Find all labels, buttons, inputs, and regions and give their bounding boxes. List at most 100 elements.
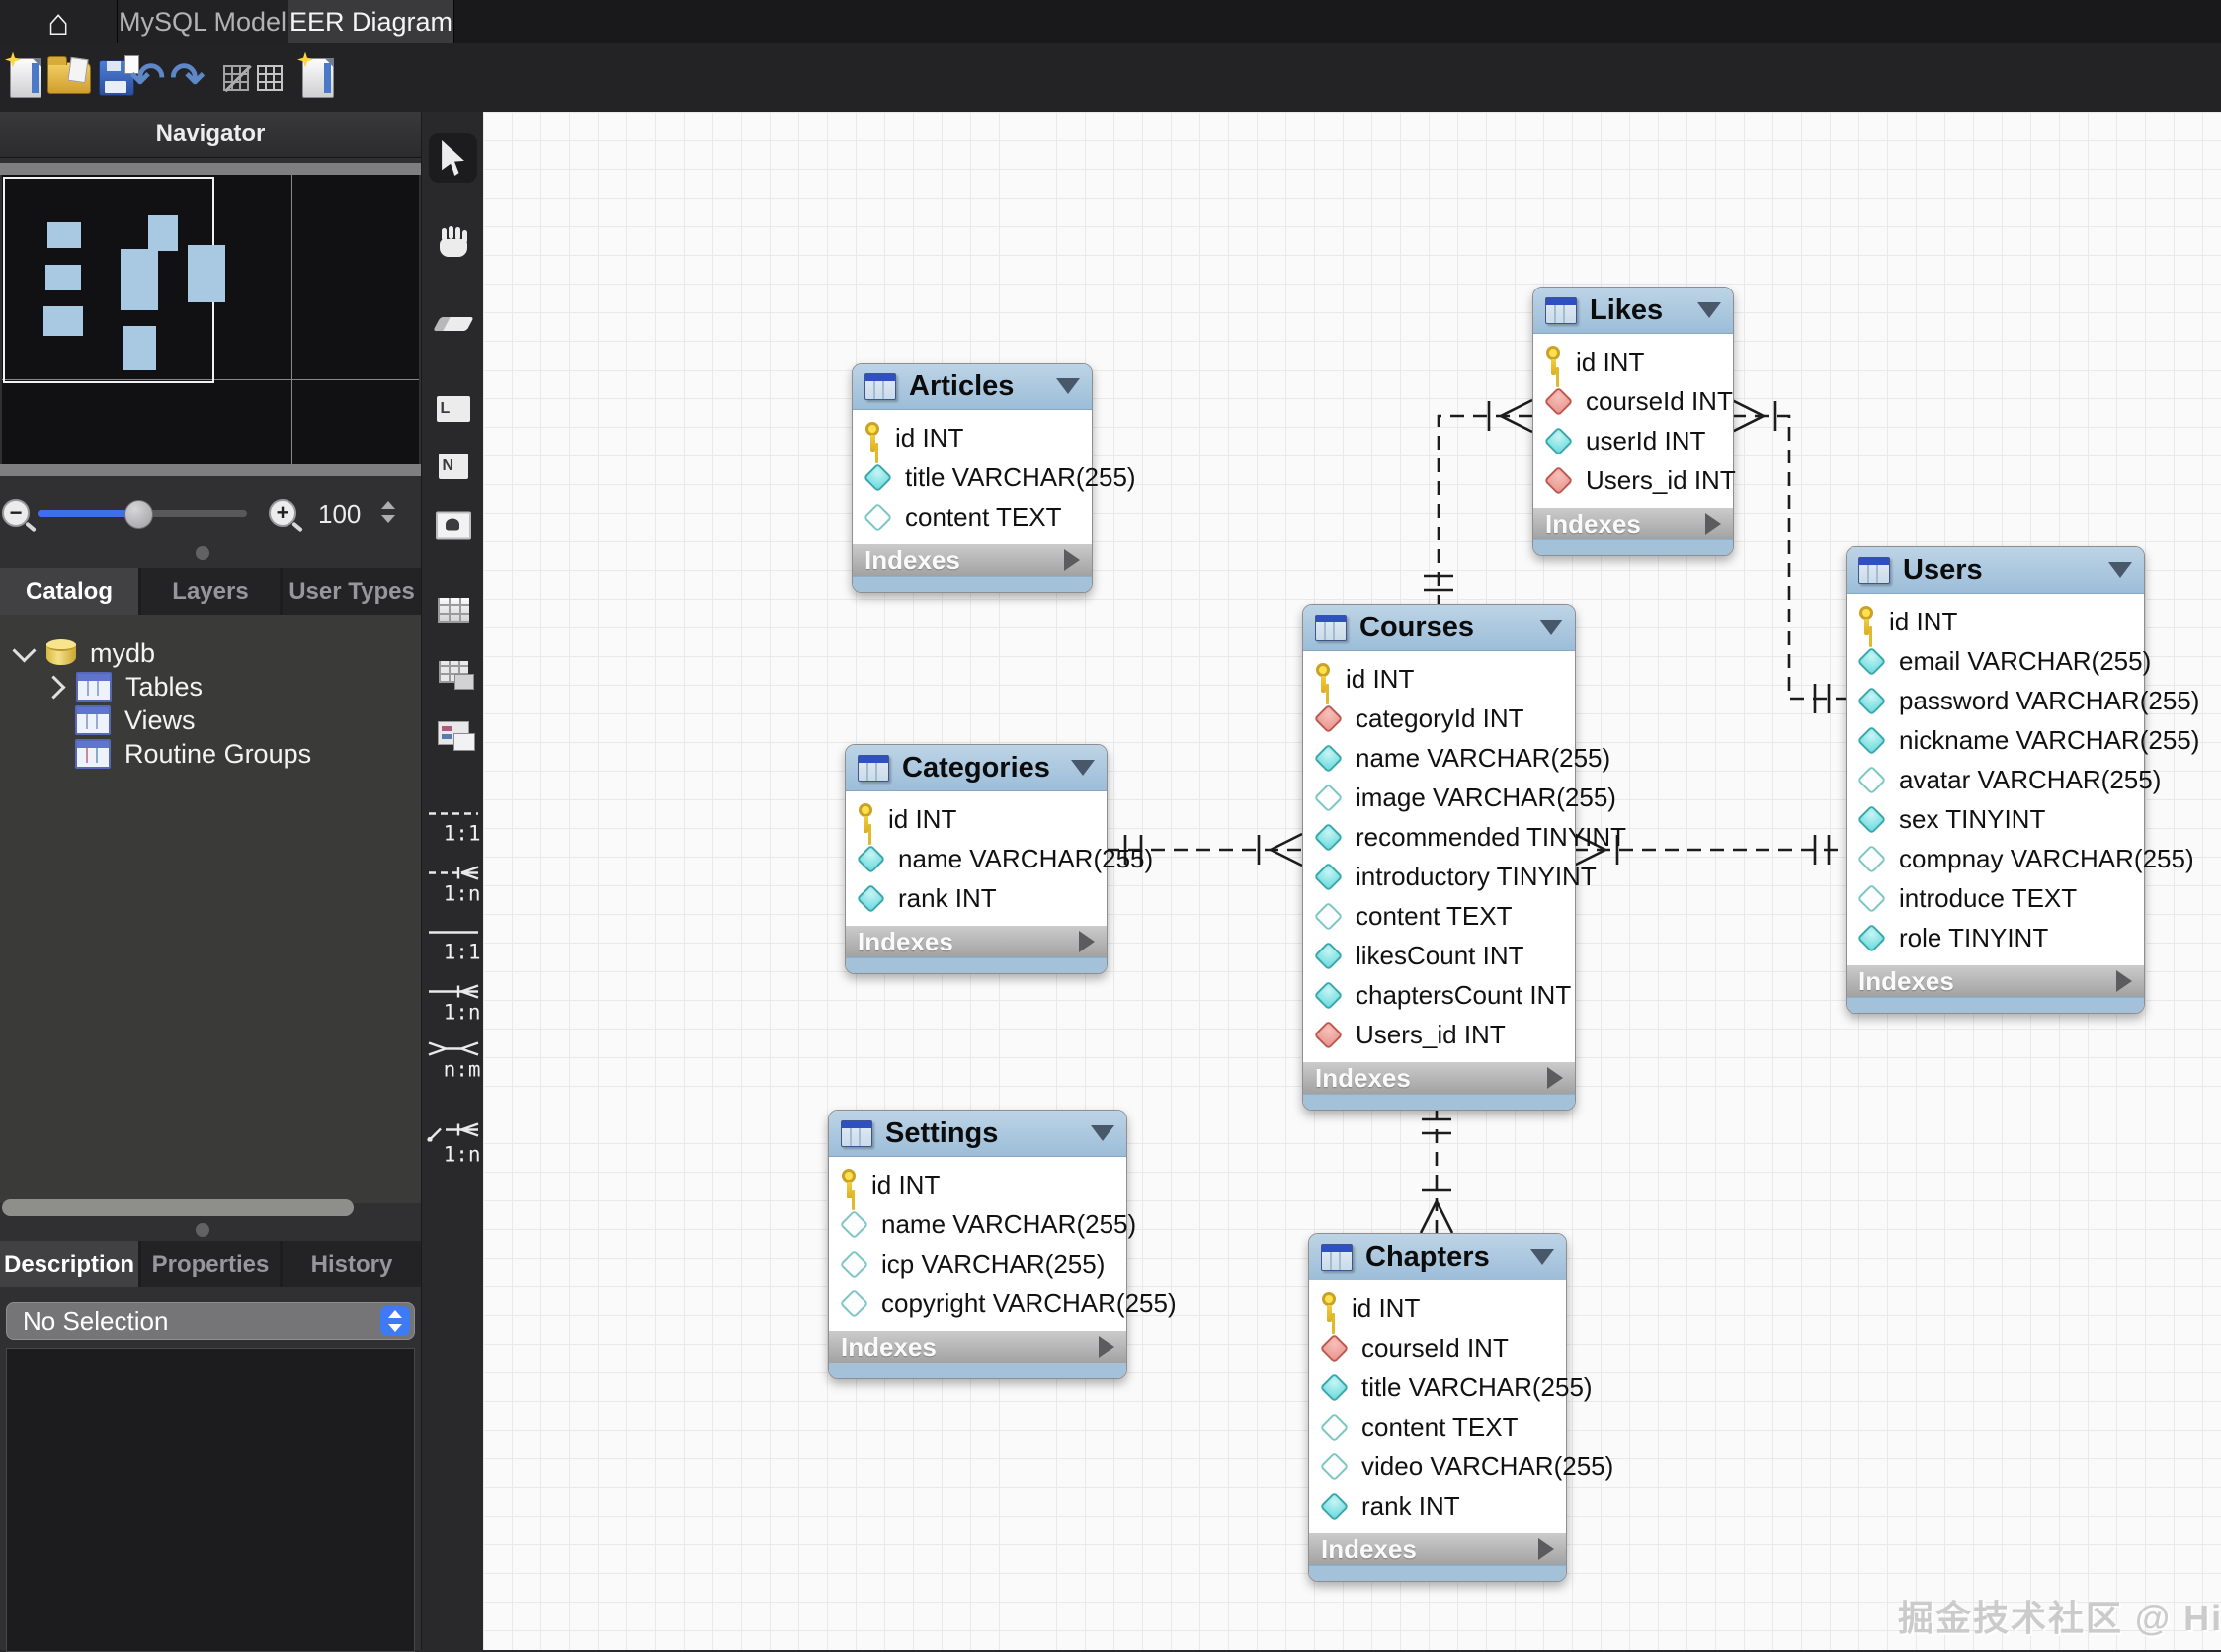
table-header[interactable]: Categories <box>846 745 1107 791</box>
column-row-rank[interactable]: rank INT <box>846 878 1107 918</box>
table-header[interactable]: Likes <box>1533 288 1733 334</box>
column-row-email[interactable]: email VARCHAR(255) <box>1847 641 2151 681</box>
column-row-courseId[interactable]: courseId INT <box>1309 1328 1566 1367</box>
tree-item-routine-groups[interactable]: Routine Groups <box>75 737 311 771</box>
rel-tool-1-n-identifying[interactable]: 1:n <box>426 984 481 1025</box>
eer-canvas[interactable]: Articles id INT title VARCHAR(255) content … <box>483 112 2221 1650</box>
table-tool[interactable] <box>437 598 469 623</box>
table-users[interactable]: Users id INT email VARCHAR(255) password VA… <box>1846 546 2199 1014</box>
zoom-slider[interactable] <box>38 500 247 529</box>
column-row-content[interactable]: content TEXT <box>1309 1407 1566 1446</box>
column-row-content[interactable]: content TEXT <box>1303 896 1575 936</box>
table-header[interactable]: Courses <box>1303 605 1575 651</box>
rel-tool-1-n-existing-columns[interactable]: 1:n <box>426 1122 481 1167</box>
collapse-arrow-icon[interactable] <box>2108 562 2132 578</box>
dropdown-stepper-icon[interactable] <box>380 1306 410 1336</box>
table-courses[interactable]: Courses id INT categoryId INT name VARCHAR(… <box>1302 604 1626 1111</box>
column-row-id[interactable]: id INT <box>853 418 1092 457</box>
column-row-copyright[interactable]: copyright VARCHAR(255) <box>829 1283 1177 1323</box>
rel-tool-1-1-identifying[interactable]: 1:1 <box>426 926 481 964</box>
zoom-stepper[interactable] <box>381 499 395 525</box>
tab-mysql-model[interactable]: MySQL Model <box>118 0 288 43</box>
relationship-users-likes[interactable] <box>1731 398 1846 713</box>
chevron-right-icon[interactable] <box>41 674 66 700</box>
panel-resize-handle[interactable] <box>196 1223 209 1237</box>
column-row-avatar[interactable]: avatar VARCHAR(255) <box>1847 760 2161 799</box>
column-row-name[interactable]: name VARCHAR(255) <box>1303 738 1610 778</box>
column-row-password[interactable]: password VARCHAR(255) <box>1847 681 2199 720</box>
column-row-introduce[interactable]: introduce TEXT <box>1847 878 2144 918</box>
tab-catalog[interactable]: Catalog <box>0 568 138 615</box>
indexes-bar[interactable]: Indexes <box>846 926 1107 957</box>
horizontal-scrollbar[interactable] <box>2 1199 354 1216</box>
tree-item-mydb[interactable]: mydb <box>12 636 155 670</box>
collapse-arrow-icon[interactable] <box>1530 1249 1554 1265</box>
minimap-viewport[interactable] <box>3 177 214 383</box>
column-row-id[interactable]: id INT <box>1533 342 1733 381</box>
zoom-out-icon[interactable]: − <box>2 499 30 527</box>
column-row-courseId[interactable]: courseId INT <box>1533 381 1733 421</box>
column-row-video[interactable]: video VARCHAR(255) <box>1309 1446 1613 1486</box>
collapse-arrow-icon[interactable] <box>1697 302 1721 318</box>
column-row-image[interactable]: image VARCHAR(255) <box>1303 778 1616 817</box>
column-row-Users_id[interactable]: Users_id INT <box>1303 1015 1575 1054</box>
table-header[interactable]: Chapters <box>1309 1234 1566 1280</box>
collapse-arrow-icon[interactable] <box>1539 620 1563 635</box>
column-row-title[interactable]: title VARCHAR(255) <box>1309 1367 1593 1407</box>
tab-description[interactable]: Description <box>0 1241 138 1287</box>
new-diagram-icon[interactable] <box>297 51 334 98</box>
column-row-categoryId[interactable]: categoryId INT <box>1303 699 1575 738</box>
description-text-area[interactable] <box>6 1348 415 1652</box>
column-row-icp[interactable]: icp VARCHAR(255) <box>829 1244 1126 1283</box>
selection-dropdown[interactable]: No Selection <box>6 1302 415 1340</box>
column-row-nickname[interactable]: nickname VARCHAR(255) <box>1847 720 2199 760</box>
collapse-arrow-icon[interactable] <box>1056 378 1080 394</box>
column-row-rank[interactable]: rank INT <box>1309 1486 1566 1526</box>
rel-tool-n-m[interactable]: n:m <box>426 1041 481 1082</box>
column-row-likesCount[interactable]: likesCount INT <box>1303 936 1575 975</box>
relationship-courses-chapters[interactable] <box>1419 1107 1454 1234</box>
column-row-userId[interactable]: userId INT <box>1533 421 1733 460</box>
column-row-Users_id[interactable]: Users_id INT <box>1533 460 1736 500</box>
table-header[interactable]: Settings <box>829 1111 1126 1157</box>
table-chapters[interactable]: Chapters id INT courseId INT title VARCHAR(… <box>1308 1233 1613 1582</box>
redo-icon[interactable] <box>170 57 205 99</box>
table-likes[interactable]: Likes id INT courseId INT userId INT Users_i… <box>1532 287 1736 556</box>
column-row-id[interactable]: id INT <box>1303 659 1575 699</box>
eraser-tool[interactable] <box>432 317 474 331</box>
hand-tool[interactable] <box>439 227 467 257</box>
zoom-in-icon[interactable]: + <box>269 499 296 527</box>
rel-tool-1-1-nonidentifying[interactable]: 1:1 <box>426 807 481 846</box>
column-row-name[interactable]: name VARCHAR(255) <box>846 839 1153 878</box>
tab-history[interactable]: History <box>283 1241 421 1287</box>
column-row-id[interactable]: id INT <box>829 1165 1126 1204</box>
navigator-minimap[interactable] <box>2 175 419 464</box>
chevron-down-icon[interactable] <box>12 637 37 663</box>
tab-properties[interactable]: Properties <box>141 1241 280 1287</box>
routine-tool[interactable] <box>437 721 475 751</box>
note-tool[interactable]: N <box>438 454 468 479</box>
panel-resize-handle[interactable] <box>196 546 209 560</box>
tree-item-tables[interactable]: Tables <box>41 670 203 703</box>
indexes-bar[interactable]: Indexes <box>1303 1062 1575 1094</box>
undo-icon[interactable] <box>130 57 165 99</box>
grid-snap-off-icon[interactable] <box>223 64 249 91</box>
save-model-icon[interactable] <box>99 54 139 96</box>
tree-item-views[interactable]: Views <box>75 703 196 737</box>
relationship-courses-likes[interactable] <box>1424 398 1533 604</box>
table-header[interactable]: Articles <box>853 364 1092 410</box>
column-row-name[interactable]: name VARCHAR(255) <box>829 1204 1136 1244</box>
column-row-recommended[interactable]: recommended TINYINT <box>1303 817 1626 857</box>
indexes-bar[interactable]: Indexes <box>1533 508 1733 539</box>
column-row-introductory[interactable]: introductory TINYINT <box>1303 857 1597 896</box>
open-model-icon[interactable] <box>47 55 91 94</box>
tab-home[interactable] <box>0 0 118 43</box>
view-tool[interactable] <box>438 661 474 690</box>
column-row-content[interactable]: content TEXT <box>853 497 1092 537</box>
select-tool[interactable] <box>439 140 468 176</box>
table-settings[interactable]: Settings id INT name VARCHAR(255) icp VARCH… <box>828 1110 1177 1379</box>
tab-user-types[interactable]: User Types <box>283 568 421 615</box>
indexes-bar[interactable]: Indexes <box>829 1331 1126 1363</box>
column-row-id[interactable]: id INT <box>846 799 1107 839</box>
layer-tool[interactable]: L <box>436 396 470 422</box>
